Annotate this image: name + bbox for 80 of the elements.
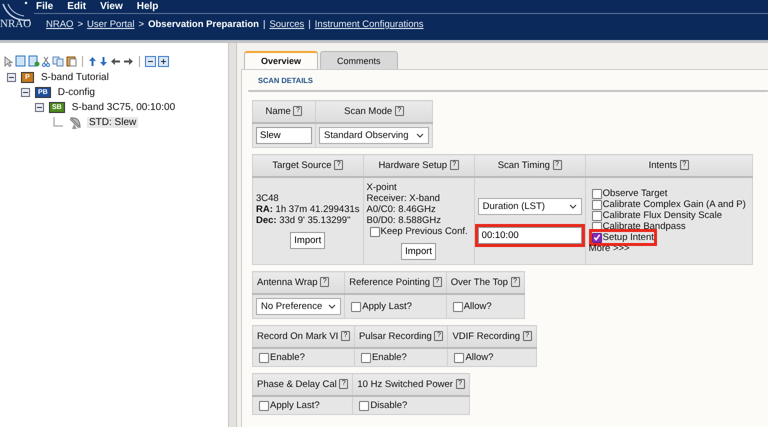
- tree-item[interactable]: STD: Slew: [87, 117, 138, 128]
- checkbox[interactable]: [592, 188, 602, 198]
- menu-item[interactable]: Edit: [67, 1, 86, 12]
- checkbox-label: Calibrate Complex Gain (A and P): [602, 199, 746, 210]
- breadcrumb-current: Observation Preparation: [148, 19, 259, 30]
- dropdown[interactable]: Standard Observing: [319, 127, 429, 144]
- collapse-icon[interactable]: [7, 73, 16, 82]
- arrow-left-icon[interactable]: [110, 56, 121, 66]
- tab[interactable]: Comments: [320, 51, 398, 69]
- menu-item[interactable]: Help: [136, 1, 158, 12]
- checkbox[interactable]: [454, 352, 464, 362]
- cell-text: X-point: [366, 182, 398, 193]
- collapse-icon[interactable]: [35, 103, 44, 112]
- collapse-icon[interactable]: [21, 88, 30, 97]
- checkbox[interactable]: [351, 302, 362, 312]
- checkbox[interactable]: [452, 302, 463, 312]
- checkbox-label: Allow?: [464, 301, 492, 312]
- checkbox[interactable]: [592, 200, 602, 210]
- tab[interactable]: Overview: [244, 51, 318, 69]
- paste-icon[interactable]: [66, 55, 77, 67]
- expand-all-icon[interactable]: [158, 56, 169, 66]
- pointer-icon[interactable]: [4, 56, 13, 66]
- checkbox-label: Calibrate Bandpass: [602, 221, 686, 232]
- checkbox-label: Disable?: [370, 400, 408, 411]
- tree-item[interactable]: S-band 3C75, 00:10:00: [70, 102, 178, 113]
- tree-connector-line: [53, 116, 63, 128]
- checkbox-label: Enable?: [372, 352, 407, 363]
- checkbox-label: Calibrate Flux Density Scale: [602, 210, 722, 221]
- caret-icon: [328, 304, 336, 309]
- breadcrumb-link[interactable]: Sources: [269, 19, 304, 30]
- checkbox[interactable]: [259, 352, 269, 362]
- checkbox[interactable]: [592, 210, 602, 220]
- checkbox-label: Enable?: [270, 352, 305, 363]
- breadcrumb-separator: >: [77, 19, 84, 30]
- cell-text: Dec: 33d 9' 35.13299": [256, 215, 352, 226]
- caret-icon: [416, 133, 424, 138]
- caret-icon: [568, 204, 577, 209]
- cell-text: Receiver: X-band: [366, 193, 441, 204]
- copy-icon[interactable]: [52, 56, 64, 66]
- breadcrumb-link[interactable]: NRAO: [46, 19, 74, 30]
- checkbox[interactable]: [370, 226, 380, 236]
- arrow-up-icon[interactable]: [88, 56, 97, 66]
- checkbox-label: Apply Last?: [270, 400, 320, 411]
- more-link[interactable]: More >>>: [588, 243, 749, 254]
- breadcrumb-separator: |: [308, 19, 311, 30]
- input-field[interactable]: Slew: [256, 127, 312, 144]
- new-document-icon[interactable]: [15, 55, 26, 67]
- import-button[interactable]: Import: [290, 232, 326, 249]
- menu-item[interactable]: View: [100, 1, 123, 12]
- cell-text: RA: 1h 37m 41.299431s: [256, 204, 360, 215]
- input-field[interactable]: 00:10:00: [478, 227, 582, 244]
- cell-text: A0/C0: 8.46GHz: [366, 204, 437, 215]
- checkbox-label: Setup Intent: [602, 232, 654, 243]
- menu-item[interactable]: File: [36, 1, 54, 12]
- checkbox-label: Keep Previous Conf.: [380, 226, 468, 237]
- arrow-right-icon[interactable]: [123, 56, 134, 66]
- checkbox[interactable]: [360, 352, 371, 362]
- checkbox-label: Observe Target: [602, 188, 668, 199]
- dropdown[interactable]: No Preference: [256, 298, 342, 315]
- checkbox-label: Allow?: [465, 352, 494, 363]
- breadcrumb-link[interactable]: Instrument Configurations: [314, 19, 424, 30]
- tree-item[interactable]: S-band Tutorial: [39, 72, 111, 83]
- logo-text: NRAO: [0, 18, 32, 30]
- add-document-icon[interactable]: [28, 55, 40, 67]
- collapse-all-icon[interactable]: [145, 56, 156, 66]
- checkbox[interactable]: [259, 400, 269, 410]
- breadcrumb-separator: >: [138, 19, 144, 30]
- checkbox[interactable]: [592, 232, 602, 242]
- breadcrumb-link[interactable]: User Portal: [87, 19, 135, 30]
- cell-text: B0/D0: 8.588GHz: [366, 215, 442, 226]
- cell-text: 3C48: [256, 193, 280, 204]
- antenna-icon: [68, 116, 82, 130]
- breadcrumb-separator: |: [262, 19, 266, 30]
- checkbox-label: Apply Last?: [362, 301, 412, 312]
- arrow-down-icon[interactable]: [99, 56, 108, 66]
- import-button[interactable]: Import: [401, 243, 436, 260]
- tree-item[interactable]: D-config: [56, 87, 97, 98]
- dropdown[interactable]: Duration (LST): [478, 198, 582, 215]
- checkbox[interactable]: [359, 400, 370, 410]
- scissors-icon[interactable]: [42, 56, 50, 66]
